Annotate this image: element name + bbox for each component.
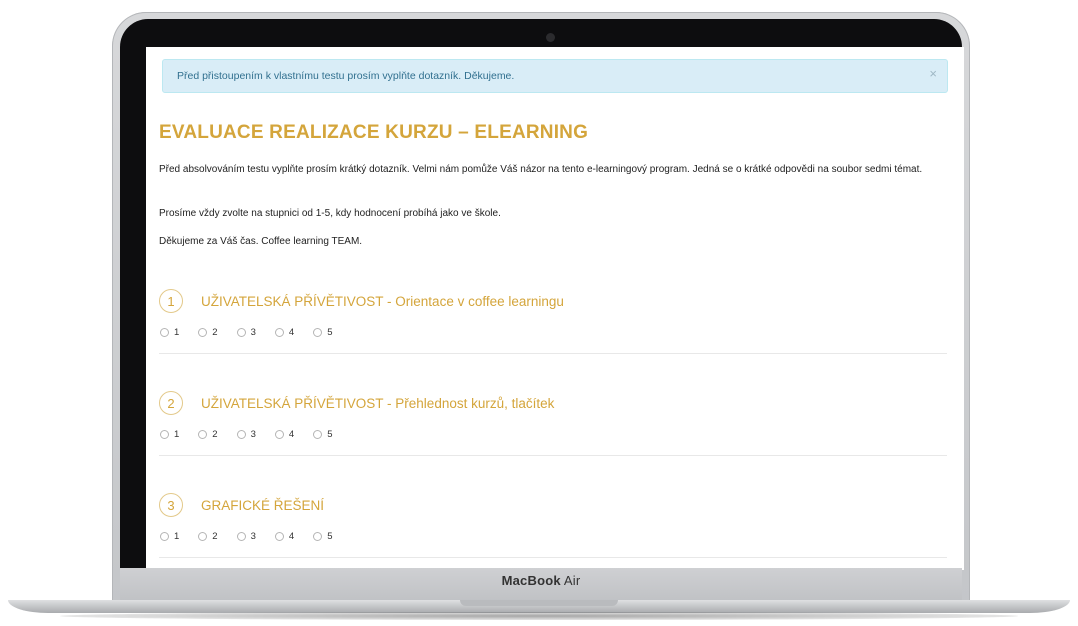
rating-option-5[interactable]: 5 [313, 429, 332, 440]
option-label: 3 [250, 531, 256, 542]
radio-button[interactable] [236, 328, 246, 337]
question-3: 3 GRAFICKÉ ŘEŠENÍ 1 2 3 4 5 [159, 491, 947, 558]
question-number-badge: 3 [159, 493, 183, 517]
radio-button[interactable] [160, 430, 169, 439]
intro-paragraph: Prosíme vždy zvolte na stupnici od 1-5, … [159, 208, 501, 219]
option-label: 3 [250, 429, 256, 440]
laptop-base-notch [460, 600, 618, 606]
radio-button[interactable] [160, 328, 169, 337]
laptop-shadow [60, 612, 1018, 620]
rating-option-2[interactable]: 2 [198, 429, 218, 440]
camera-dot [546, 33, 555, 42]
radio-button[interactable] [274, 328, 284, 337]
rating-option-1[interactable]: 1 [160, 531, 179, 542]
option-label: 5 [327, 327, 333, 338]
intro-paragraph: Děkujeme za Váš čas. Coffee learning TEA… [159, 236, 363, 247]
radio-button[interactable] [313, 532, 323, 541]
rating-option-1[interactable]: 1 [160, 429, 179, 440]
rating-options: 1 2 3 4 5 [159, 327, 947, 338]
option-label: 5 [327, 429, 333, 440]
alert-text: Před přistoupením k vlastnímu testu pros… [177, 70, 515, 82]
radio-button[interactable] [274, 430, 284, 439]
close-icon[interactable]: × [929, 67, 937, 80]
radio-button[interactable] [160, 532, 169, 541]
rating-option-3[interactable]: 3 [236, 327, 256, 338]
divider [159, 557, 947, 558]
rating-option-4[interactable]: 4 [274, 327, 295, 338]
radio-button[interactable] [274, 532, 284, 541]
radio-button[interactable] [313, 430, 323, 439]
question-1: 1 UŽIVATELSKÁ PŘÍVĚTIVOST - Orientace v … [159, 287, 947, 354]
rating-option-5[interactable]: 5 [313, 327, 332, 338]
rating-option-4[interactable]: 4 [274, 531, 295, 542]
rating-option-2[interactable]: 2 [198, 531, 218, 542]
radio-button[interactable] [313, 328, 323, 337]
radio-button[interactable] [198, 532, 208, 541]
rating-option-2[interactable]: 2 [198, 327, 218, 338]
info-alert: Před přistoupením k vlastnímu testu pros… [162, 59, 948, 93]
rating-option-4[interactable]: 4 [274, 429, 295, 440]
question-title: UŽIVATELSKÁ PŘÍVĚTIVOST - Přehlednost ku… [201, 395, 555, 411]
divider [159, 455, 947, 456]
option-label: 1 [174, 531, 180, 542]
option-label: 1 [174, 429, 180, 440]
radio-button[interactable] [198, 430, 208, 439]
intro-paragraph: Před absolvováním testu vyplňte prosím k… [159, 164, 923, 175]
option-label: 4 [288, 327, 295, 338]
question-number-badge: 1 [159, 289, 183, 313]
question-title: UŽIVATELSKÁ PŘÍVĚTIVOST - Orientace v co… [201, 293, 564, 309]
rating-option-3[interactable]: 3 [236, 531, 256, 542]
laptop-chin: MacBook Air [120, 568, 962, 603]
rating-option-1[interactable]: 1 [160, 327, 179, 338]
question-2: 2 UŽIVATELSKÁ PŘÍVĚTIVOST - Přehlednost … [159, 389, 947, 456]
option-label: 4 [288, 429, 295, 440]
radio-button[interactable] [236, 532, 246, 541]
option-label: 1 [174, 327, 180, 338]
device-label: MacBook Air [502, 573, 581, 588]
rating-options: 1 2 3 4 5 [159, 429, 947, 440]
option-label: 4 [288, 531, 295, 542]
device-model: Air [563, 573, 581, 588]
rating-option-5[interactable]: 5 [313, 531, 332, 542]
option-label: 3 [250, 327, 256, 338]
screen: Před přistoupením k vlastnímu testu pros… [146, 47, 964, 570]
question-number-badge: 2 [159, 391, 183, 415]
option-label: 2 [212, 429, 218, 440]
radio-button[interactable] [198, 328, 208, 337]
rating-options: 1 2 3 4 5 [159, 531, 947, 542]
option-label: 2 [212, 531, 218, 542]
device-brand: MacBook [501, 573, 561, 588]
option-label: 5 [327, 531, 333, 542]
page-title: EVALUACE REALIZACE KURZU – ELEARNING [159, 122, 589, 143]
divider [159, 353, 947, 354]
question-title: GRAFICKÉ ŘEŠENÍ [201, 497, 325, 513]
option-label: 2 [212, 327, 218, 338]
rating-option-3[interactable]: 3 [236, 429, 256, 440]
radio-button[interactable] [236, 430, 246, 439]
